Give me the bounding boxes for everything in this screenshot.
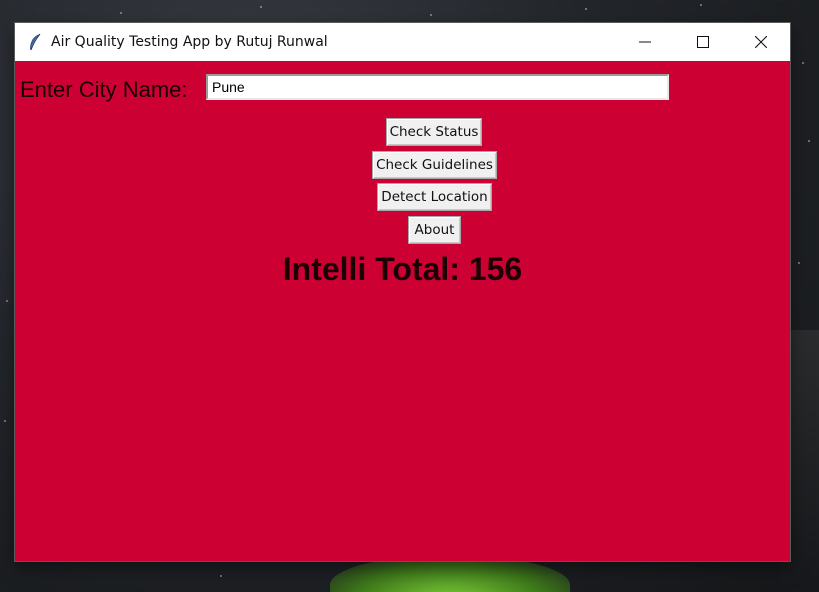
intelli-total-result: Intelli Total: 156	[282, 251, 523, 287]
title-bar[interactable]: Air Quality Testing App by Rutuj Runwal	[15, 23, 790, 61]
window-controls	[616, 23, 790, 61]
maximize-icon	[697, 36, 709, 48]
check-guidelines-button[interactable]: Check Guidelines	[372, 151, 497, 179]
close-button[interactable]	[732, 23, 790, 61]
minimize-button[interactable]	[616, 23, 674, 61]
app-window: Air Quality Testing App by Rutuj Runwal	[15, 23, 790, 561]
window-title: Air Quality Testing App by Rutuj Runwal	[51, 34, 328, 50]
feather-icon	[27, 33, 43, 51]
about-button[interactable]: About	[408, 216, 461, 244]
city-name-input[interactable]	[206, 74, 669, 100]
detect-location-button[interactable]: Detect Location	[377, 183, 492, 211]
app-content: Enter City Name: Check Status Check Guid…	[15, 61, 790, 561]
city-name-label: Enter City Name:	[20, 77, 188, 102]
minimize-icon	[639, 41, 651, 43]
maximize-button[interactable]	[674, 23, 732, 61]
check-status-button[interactable]: Check Status	[386, 118, 482, 146]
close-icon	[755, 36, 767, 48]
